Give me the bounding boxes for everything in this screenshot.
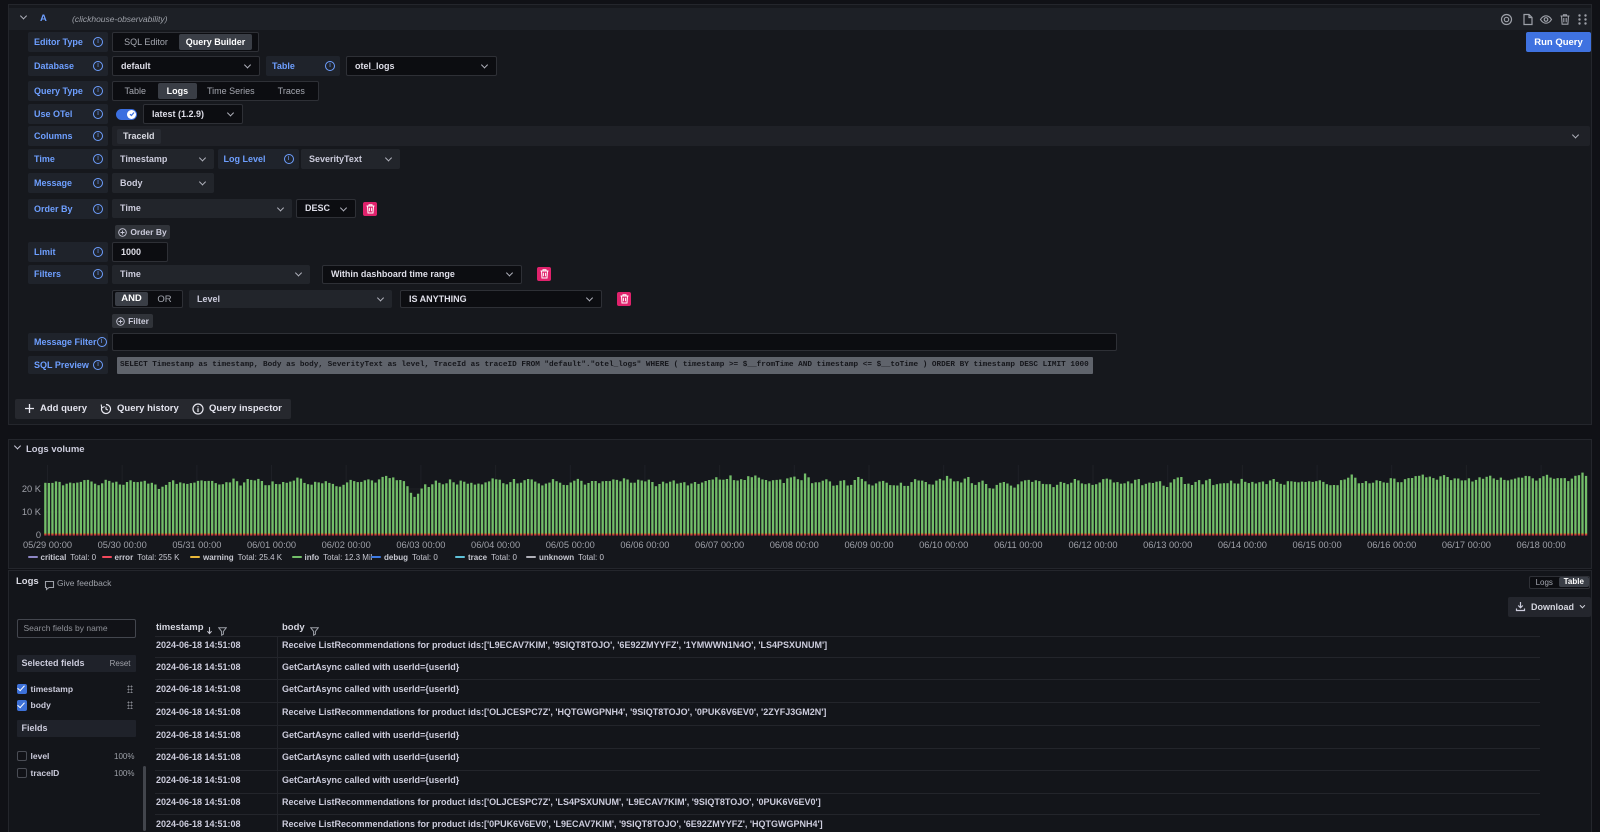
svg-text:06/01 00:00: 06/01 00:00 bbox=[247, 540, 296, 550]
svg-text:10 K: 10 K bbox=[22, 507, 42, 517]
svg-text:06/08 00:00: 06/08 00:00 bbox=[770, 540, 819, 550]
svg-text:06/05 00:00: 06/05 00:00 bbox=[546, 540, 595, 550]
svg-text:20 K: 20 K bbox=[22, 484, 42, 494]
svg-text:0: 0 bbox=[36, 530, 41, 540]
svg-text:06/14 00:00: 06/14 00:00 bbox=[1218, 540, 1267, 550]
svg-text:06/18 00:00: 06/18 00:00 bbox=[1517, 540, 1566, 550]
svg-text:06/10 00:00: 06/10 00:00 bbox=[919, 540, 968, 550]
svg-text:06/09 00:00: 06/09 00:00 bbox=[844, 540, 893, 550]
svg-text:05/29 00:00: 05/29 00:00 bbox=[23, 540, 72, 550]
svg-text:06/02 00:00: 06/02 00:00 bbox=[322, 540, 371, 550]
svg-text:06/17 00:00: 06/17 00:00 bbox=[1442, 540, 1491, 550]
svg-text:05/31 00:00: 05/31 00:00 bbox=[172, 540, 221, 550]
svg-text:06/16 00:00: 06/16 00:00 bbox=[1367, 540, 1416, 550]
svg-text:06/06 00:00: 06/06 00:00 bbox=[620, 540, 669, 550]
svg-text:06/12 00:00: 06/12 00:00 bbox=[1068, 540, 1117, 550]
svg-text:06/04 00:00: 06/04 00:00 bbox=[471, 540, 520, 550]
svg-text:06/13 00:00: 06/13 00:00 bbox=[1143, 540, 1192, 550]
svg-text:06/15 00:00: 06/15 00:00 bbox=[1293, 540, 1342, 550]
svg-text:06/03 00:00: 06/03 00:00 bbox=[396, 540, 445, 550]
svg-text:06/11 00:00: 06/11 00:00 bbox=[994, 540, 1042, 550]
svg-text:05/30 00:00: 05/30 00:00 bbox=[98, 540, 147, 550]
svg-text:06/07 00:00: 06/07 00:00 bbox=[695, 540, 744, 550]
